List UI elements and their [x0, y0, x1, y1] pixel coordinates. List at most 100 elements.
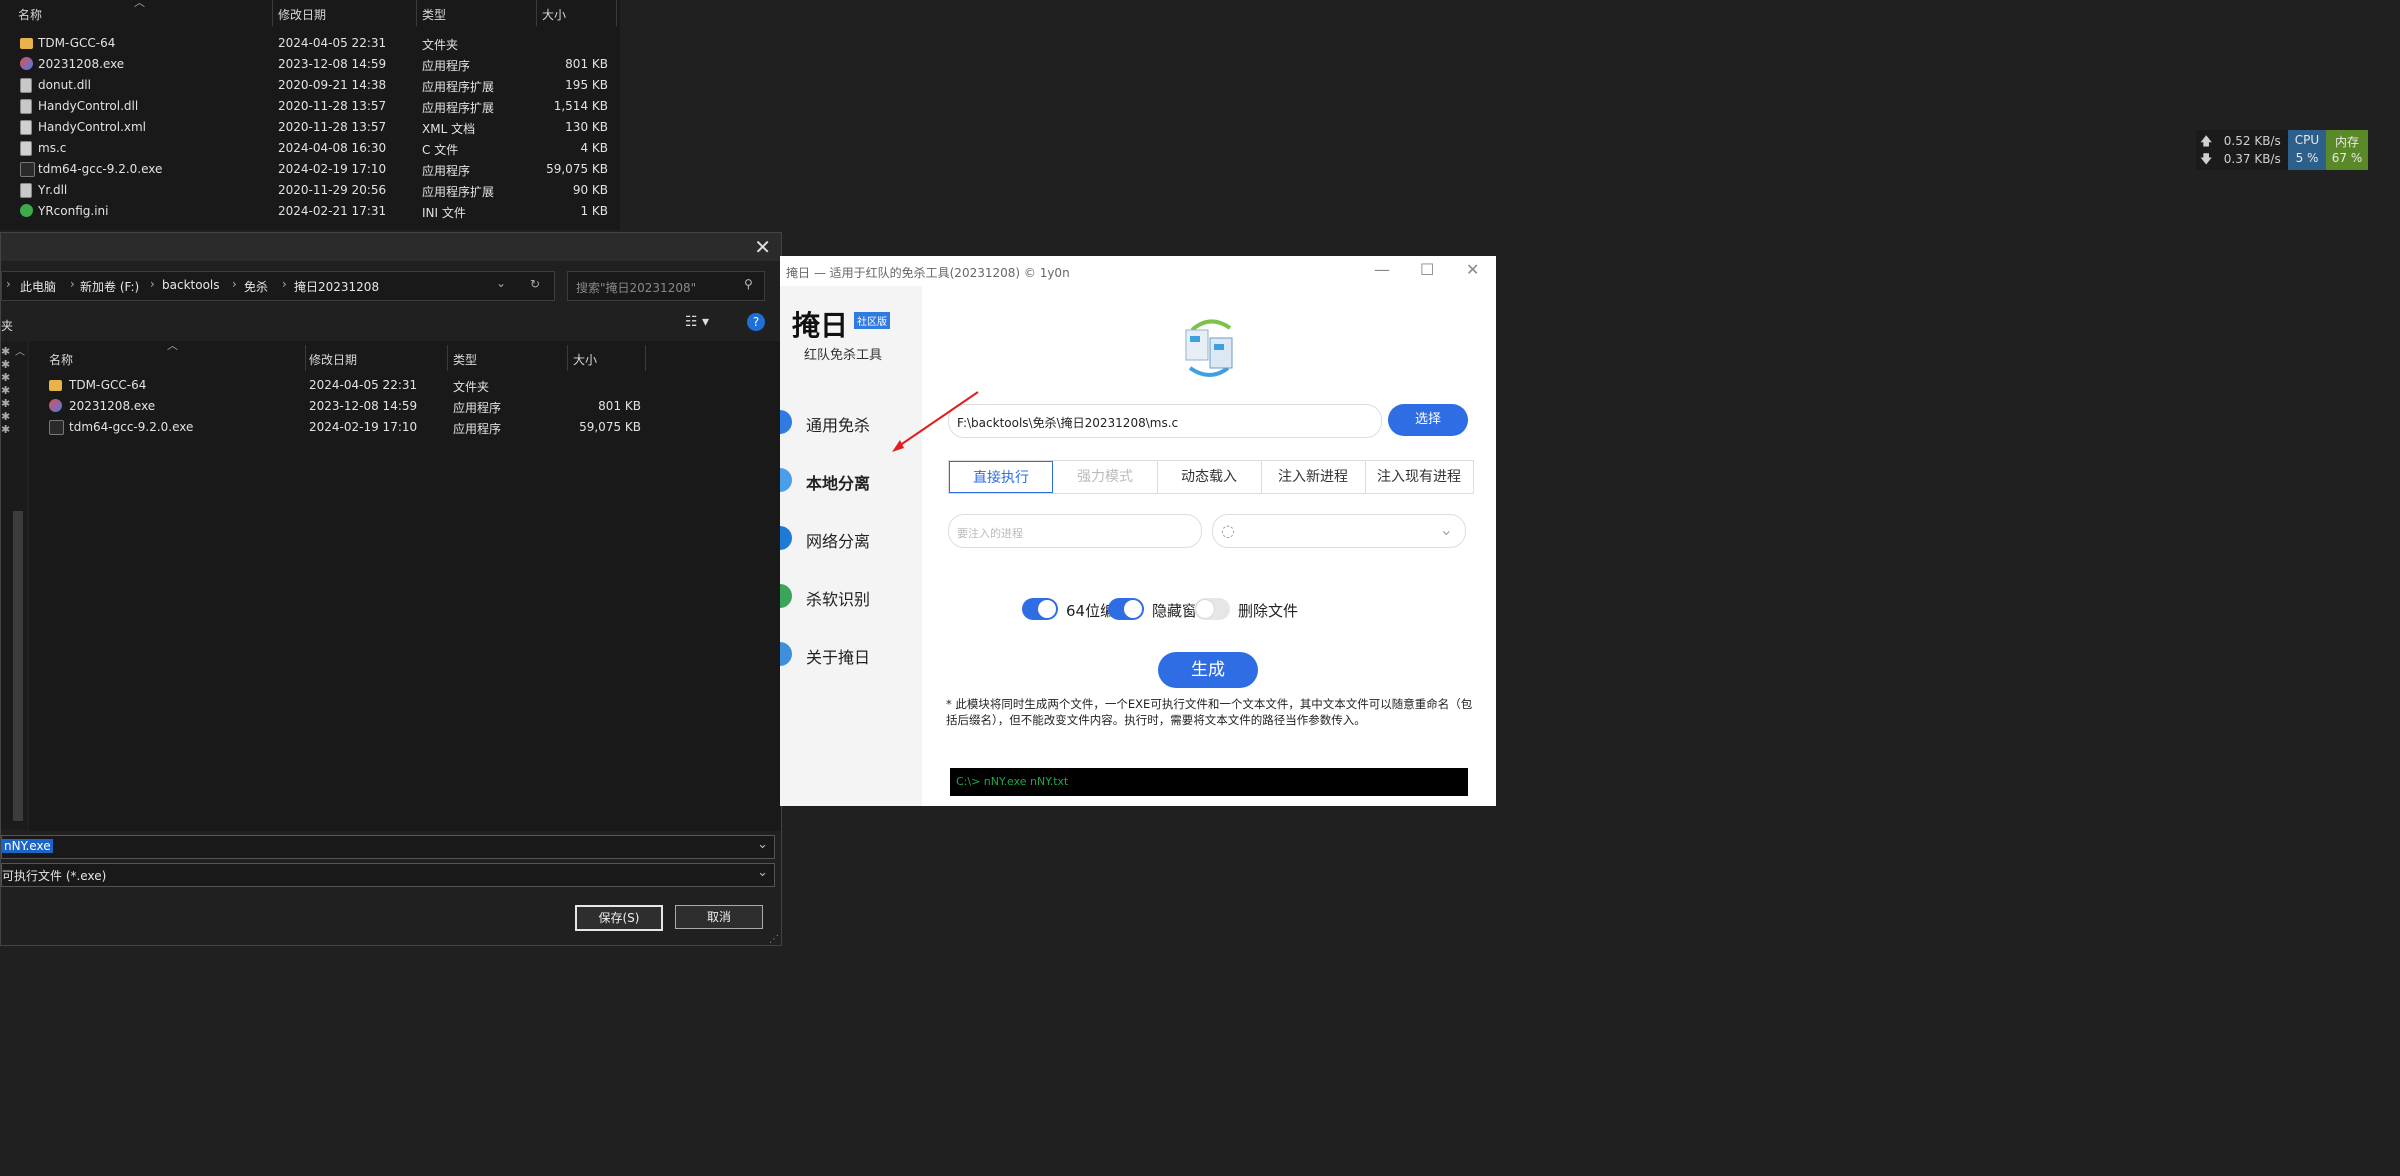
- file-size: 4 KB: [580, 141, 608, 155]
- bg-col-type[interactable]: 类型: [422, 6, 446, 23]
- breadcrumb-item[interactable]: 免杀: [244, 278, 268, 295]
- target-process-input[interactable]: 要注入的进程: [948, 514, 1202, 548]
- toggle-switch[interactable]: [1022, 598, 1058, 620]
- search-box[interactable]: 搜索"掩日20231208" ⚲: [567, 271, 765, 301]
- filetype-select[interactable]: 可执行文件 (*.exe) ⌄: [1, 863, 775, 887]
- maximize-icon[interactable]: ☐: [1420, 260, 1434, 279]
- file-row[interactable]: TDM-GCC-64 2024-04-05 22:31 文件夹: [29, 375, 781, 396]
- bg-col-size[interactable]: 大小: [542, 6, 566, 23]
- cpu-usage: CPU 5 %: [2288, 130, 2326, 170]
- edition-badge: 社区版: [854, 312, 890, 329]
- file-list[interactable]: ︿ 名称 修改日期 类型 大小 TDM-GCC-64 2024-04-05 22:…: [29, 339, 781, 831]
- file-name: donut.dll: [38, 78, 91, 92]
- filename-value[interactable]: nNY.exe: [2, 839, 53, 853]
- tab-inject-new-process[interactable]: 注入新进程: [1261, 461, 1366, 493]
- cancel-button[interactable]: 取消: [675, 905, 763, 929]
- sidebar-item[interactable]: 杀软识别: [780, 576, 922, 616]
- dll-icon: [20, 183, 32, 198]
- file-name: HandyControl.xml: [38, 120, 147, 134]
- file-name: 20231208.exe: [69, 399, 156, 413]
- col-size[interactable]: 大小: [573, 351, 597, 368]
- filename-input[interactable]: nNY.exe ⌄: [1, 835, 775, 859]
- file-size: 59,075 KB: [546, 162, 608, 176]
- bg-file-row[interactable]: tdm64-gcc-9.2.0.exe 2024-02-19 17:10 应用程序 5…: [0, 159, 620, 180]
- toggle-switch[interactable]: [1108, 598, 1144, 620]
- brand-title: 掩日: [792, 309, 849, 342]
- pin-icon: ✱ ✱ ✱ ✱ ✱ ✱ ✱: [1, 345, 11, 436]
- chevron-down-icon[interactable]: ⌄: [757, 837, 768, 852]
- breadcrumb-item[interactable]: backtools: [162, 278, 220, 292]
- file-type: 应用程序扩展: [422, 185, 495, 199]
- breadcrumb-item[interactable]: 新加卷 (F:): [80, 278, 139, 295]
- yanri-app-window: 掩日 — 适用于红队的免杀工具(20231208) © 1y0n — ☐ ✕ 掩…: [780, 256, 1496, 806]
- file-size: 801 KB: [598, 399, 641, 413]
- close-icon[interactable]: ✕: [1466, 260, 1479, 279]
- file-row[interactable]: 20231208.exe 2023-12-08 14:59 应用程序 801 KB: [29, 396, 781, 417]
- generate-button[interactable]: 生成: [1158, 652, 1258, 688]
- refresh-icon[interactable]: ↻: [530, 277, 540, 291]
- network-monitor-widget: 🡅 0.52 KB/s 🡇 0.37 KB/s CPU 5 % 内存 67 %: [2196, 130, 2368, 170]
- resize-grip-icon[interactable]: ⋰: [769, 934, 779, 945]
- sidebar-item[interactable]: 通用免杀: [780, 402, 922, 442]
- select-file-button[interactable]: 选择: [1388, 404, 1468, 436]
- file-name: ms.c: [38, 141, 67, 155]
- toggle-switch[interactable]: [1194, 598, 1230, 620]
- close-icon[interactable]: ✕: [754, 235, 771, 259]
- col-name[interactable]: 名称: [49, 351, 73, 368]
- sidebar-item[interactable]: 本地分离: [780, 460, 922, 500]
- bg-col-date[interactable]: 修改日期: [278, 6, 326, 23]
- globe-icon: [780, 526, 792, 550]
- file-name: tdm64-gcc-9.2.0.exe: [69, 420, 194, 434]
- save-as-dialog: ✕ › 此电脑 › 新加卷 (F:) › backtools › 免杀 › 掩日…: [0, 232, 782, 946]
- col-type[interactable]: 类型: [453, 351, 477, 368]
- tab-inject-existing-process[interactable]: 注入现有进程: [1365, 461, 1473, 493]
- sidebar-item[interactable]: 关于掩日: [780, 634, 922, 674]
- source-path-input[interactable]: F:\backtools\免杀\掩日20231208\ms.c: [948, 404, 1382, 438]
- tab-direct-execute[interactable]: 直接执行: [949, 461, 1053, 493]
- cpu-value: 5 %: [2295, 151, 2319, 165]
- bg-col-name[interactable]: 名称: [18, 6, 42, 23]
- chevron-right-icon: ›: [232, 277, 237, 291]
- bg-file-row[interactable]: ms.c 2024-04-08 16:30 C 文件 4 KB: [0, 138, 620, 159]
- download-speed: 🡇 0.37 KB/s: [2200, 150, 2281, 171]
- tab-dynamic-load[interactable]: 动态载入: [1157, 461, 1262, 493]
- file-type: C 文件: [422, 143, 459, 157]
- tab-strong-mode[interactable]: 强力模式: [1053, 461, 1158, 493]
- cpu-label: CPU: [2294, 133, 2320, 147]
- file-type: 应用程序: [453, 422, 502, 436]
- upload-arrow-icon: 🡅: [2200, 134, 2213, 148]
- source-path-value: F:\backtools\免杀\掩日20231208\ms.c: [957, 416, 1179, 430]
- file-type: XML 文档: [422, 122, 476, 136]
- bg-file-row[interactable]: YRconfig.ini 2024-02-21 17:31 INI 文件 1 KB: [0, 201, 620, 222]
- bg-file-row[interactable]: donut.dll 2020-09-21 14:38 应用程序扩展 195 KB: [0, 75, 620, 96]
- file-row[interactable]: tdm64-gcc-9.2.0.exe 2024-02-19 17:10 应用程序 5…: [29, 417, 781, 438]
- bg-file-row[interactable]: 20231208.exe 2023-12-08 14:59 应用程序 801 KB: [0, 54, 620, 75]
- address-bar[interactable]: › 此电脑 › 新加卷 (F:) › backtools › 免杀 › 掩日20…: [1, 271, 555, 301]
- breadcrumb-item[interactable]: 此电脑: [20, 278, 56, 295]
- search-placeholder: 搜索"掩日20231208": [576, 281, 697, 295]
- chevron-down-icon[interactable]: ⌄: [1440, 520, 1453, 539]
- process-select[interactable]: ◌ ⌄: [1212, 514, 1466, 548]
- bg-file-row[interactable]: HandyControl.xml 2020-11-28 13:57 XML 文档 13…: [0, 117, 620, 138]
- chevron-down-icon[interactable]: ⌄: [757, 865, 768, 880]
- navigation-scrollbar[interactable]: [13, 511, 23, 821]
- file-date: 2020-09-21 14:38: [278, 78, 387, 92]
- scroll-up-icon[interactable]: ︿: [15, 343, 25, 358]
- navigation-pane[interactable]: ✱ ✱ ✱ ✱ ✱ ✱ ✱ ︿: [1, 341, 27, 829]
- sidebar-item[interactable]: 网络分离: [780, 518, 922, 558]
- bg-file-row[interactable]: HandyControl.dll 2020-11-28 13:57 应用程序扩展 1,…: [0, 96, 620, 117]
- file-date: 2024-04-08 16:30: [278, 141, 387, 155]
- bg-file-row[interactable]: Yr.dll 2020-11-29 20:56 应用程序扩展 90 KB: [0, 180, 620, 201]
- file-type: 文件夹: [453, 380, 490, 394]
- help-icon[interactable]: ?: [747, 313, 765, 331]
- chevron-down-icon[interactable]: ⌄: [496, 276, 506, 290]
- view-options-icon[interactable]: ☷ ▾: [685, 314, 709, 330]
- breadcrumb-item[interactable]: 掩日20231208: [294, 278, 379, 295]
- bg-file-row[interactable]: TDM-GCC-64 2024-04-05 22:31 文件夹: [0, 33, 620, 54]
- background-file-list: ︿ 名称 修改日期 类型 大小 TDM-GCC-64 2024-04-05 22:…: [0, 0, 620, 230]
- minimize-icon[interactable]: —: [1374, 260, 1390, 279]
- bg-column-header: ︿ 名称 修改日期 类型 大小: [0, 0, 620, 26]
- save-button[interactable]: 保存(S): [575, 905, 663, 931]
- col-date[interactable]: 修改日期: [309, 351, 357, 368]
- file-name: Yr.dll: [38, 183, 68, 197]
